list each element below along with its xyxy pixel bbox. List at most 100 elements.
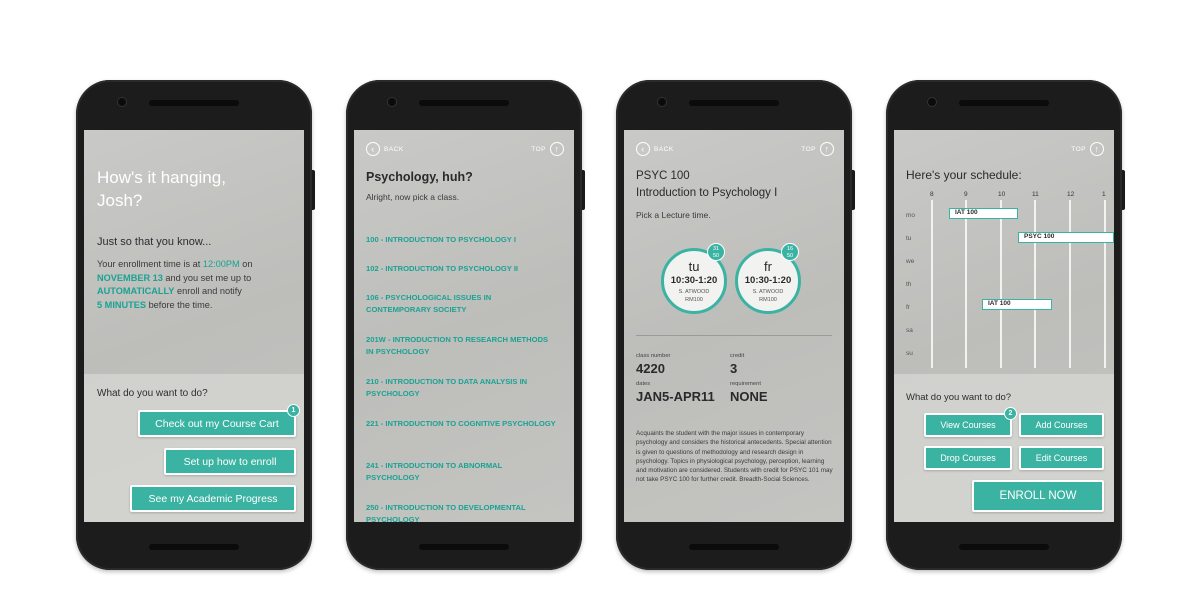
day-label: mo [906,212,916,219]
lecture-room: RM100 [685,297,703,303]
hour-label: 1 [1102,191,1106,198]
enrollment-time: 12:00PM [202,259,240,269]
page-subtitle: Alright, now pick a class. [366,192,460,202]
phone-3: ‹ BACK TOP ↑ PSYC 100 Introduction to Ps… [616,80,855,570]
notice-text: and you set me up to [162,272,252,283]
greeting-line-1: How's it hanging, [97,168,226,187]
course-link[interactable]: 106 - PSYCHOLOGICAL ISSUES IN CONTEMPORA… [366,292,556,315]
speaker-grille [959,100,1049,106]
divider [636,335,832,336]
hour-label: 9 [964,191,968,198]
home-screen: How's it hanging, Josh? Just so that you… [84,130,304,522]
course-list-screen: ‹ BACK TOP ↑ Psychology, huh? Alright, n… [354,130,574,522]
phone-2: ‹ BACK TOP ↑ Psychology, huh? Alright, n… [346,80,585,570]
credit-label: credit [730,353,745,359]
course-link[interactable]: 221 - INTRODUCTION TO COGNITIVE PSYCHOLO… [366,418,556,430]
phone-1: How's it hanging, Josh? Just so that you… [76,80,315,570]
grid-line [1069,200,1071,368]
class-number-label: class number [636,353,671,359]
lecture-room: RM100 [759,297,777,303]
top-button[interactable]: TOP ↑ [801,142,834,156]
enroll-now-button[interactable]: ENROLL NOW [972,480,1104,512]
grid-line [1034,200,1036,368]
speaker-grille [689,544,779,550]
grid-line [965,200,967,368]
arrow-left-icon: ‹ [366,142,380,156]
hour-label: 8 [930,191,934,198]
requirement-label: requirement [730,381,761,387]
seat-capacity: 50 [712,252,720,259]
greeting: How's it hanging, Josh? [97,166,226,212]
volume-button [312,170,315,210]
course-link[interactable]: 100 - INTRODUCTION TO PSYCHOLOGY I [366,234,556,246]
speaker-grille [959,544,1049,550]
camera-icon [118,98,126,106]
back-label: BACK [654,145,674,153]
course-link[interactable]: 241 - INTRODUCTION TO ABNORMAL PSYCHOLOG… [366,460,556,483]
back-label: BACK [384,145,404,153]
setup-enroll-button[interactable]: Set up how to enroll [164,448,296,475]
add-courses-button[interactable]: Add Courses [1019,413,1104,437]
arrow-left-icon: ‹ [636,142,650,156]
enrollment-notice: Your enrollment time is at 12:00PM on NO… [97,258,293,312]
course-link[interactable]: 102 - INTRODUCTION TO PSYCHOLOGY II [366,263,556,275]
day-label: we [906,258,915,265]
schedule-block[interactable]: IAT 100 [949,208,1018,219]
course-detail-screen: ‹ BACK TOP ↑ PSYC 100 Introduction to Ps… [624,130,844,522]
dates-label: dates [636,381,651,387]
grid-line [931,200,933,368]
schedule-screen: TOP ↑ Here's your schedule: 8 9 10 11 12… [894,130,1114,522]
course-name: Introduction to Psychology I [636,187,778,199]
volume-button [582,170,585,210]
course-link[interactable]: 210 - INTRODUCTION TO DATA ANALYSIS IN P… [366,376,556,399]
academic-progress-button[interactable]: See my Academic Progress [130,485,296,512]
schedule-block[interactable]: PSYC 100 [1018,232,1114,243]
day-label: su [906,350,913,357]
enrollment-date: NOVEMBER 13 [97,272,163,283]
lecture-day: fr [764,259,772,274]
course-cart-button[interactable]: Check out my Course Cart [138,410,296,437]
course-link[interactable]: 250 - INTRODUCTION TO DEVELOPMENTAL PSYC… [366,502,556,522]
day-label: fr [906,304,910,311]
top-button[interactable]: TOP ↑ [531,142,564,156]
grid-line [1104,200,1106,368]
course-description: Acquaints the student with the major iss… [636,430,833,484]
speaker-grille [149,544,239,550]
subheading: Just so that you know... [97,236,212,248]
arrow-up-icon: ↑ [1090,142,1104,156]
day-label: tu [906,235,912,242]
notice-text: enroll and notify [174,286,242,297]
edit-courses-button[interactable]: Edit Courses [1019,446,1104,470]
notice-text: on [239,259,253,269]
greeting-line-2: Josh? [97,191,143,210]
camera-icon [928,98,936,106]
top-button[interactable]: TOP ↑ [1071,142,1104,156]
lecture-instructor: S. ATWOOD [678,289,710,295]
schedule-block[interactable]: IAT 100 [982,299,1052,310]
camera-icon [388,98,396,106]
top-label: TOP [531,145,546,153]
requirement-value: NONE [730,389,768,404]
volume-button [852,170,855,210]
notify-minutes: 5 MINUTES [97,299,147,310]
lecture-prompt: Pick a Lecture time. [636,210,711,220]
schedule-title: Here's your schedule: [906,168,1022,182]
back-button[interactable]: ‹ BACK [366,142,404,156]
notice-text: Your enrollment time is at [97,259,203,269]
view-count-badge: 2 [1004,407,1017,420]
view-courses-button[interactable]: View Courses [924,413,1012,437]
action-question: What do you want to do? [97,388,208,399]
phone-4: TOP ↑ Here's your schedule: 8 9 10 11 12… [886,80,1125,570]
dates-value: JAN5-APR11 [636,389,715,404]
day-label: sa [906,327,913,334]
auto-enroll-flag: AUTOMATICALLY [97,286,175,297]
drop-courses-button[interactable]: Drop Courses [924,446,1012,470]
seat-capacity: 50 [786,252,794,259]
course-link[interactable]: 201W - INTRODUCTION TO RESEARCH METHODS … [366,334,556,357]
speaker-grille [689,100,779,106]
back-button[interactable]: ‹ BACK [636,142,674,156]
lecture-time: 10:30-1:20 [670,275,718,286]
course-code: PSYC 100 [636,170,690,182]
lecture-time: 10:30-1:20 [744,275,792,286]
speaker-grille [419,100,509,106]
